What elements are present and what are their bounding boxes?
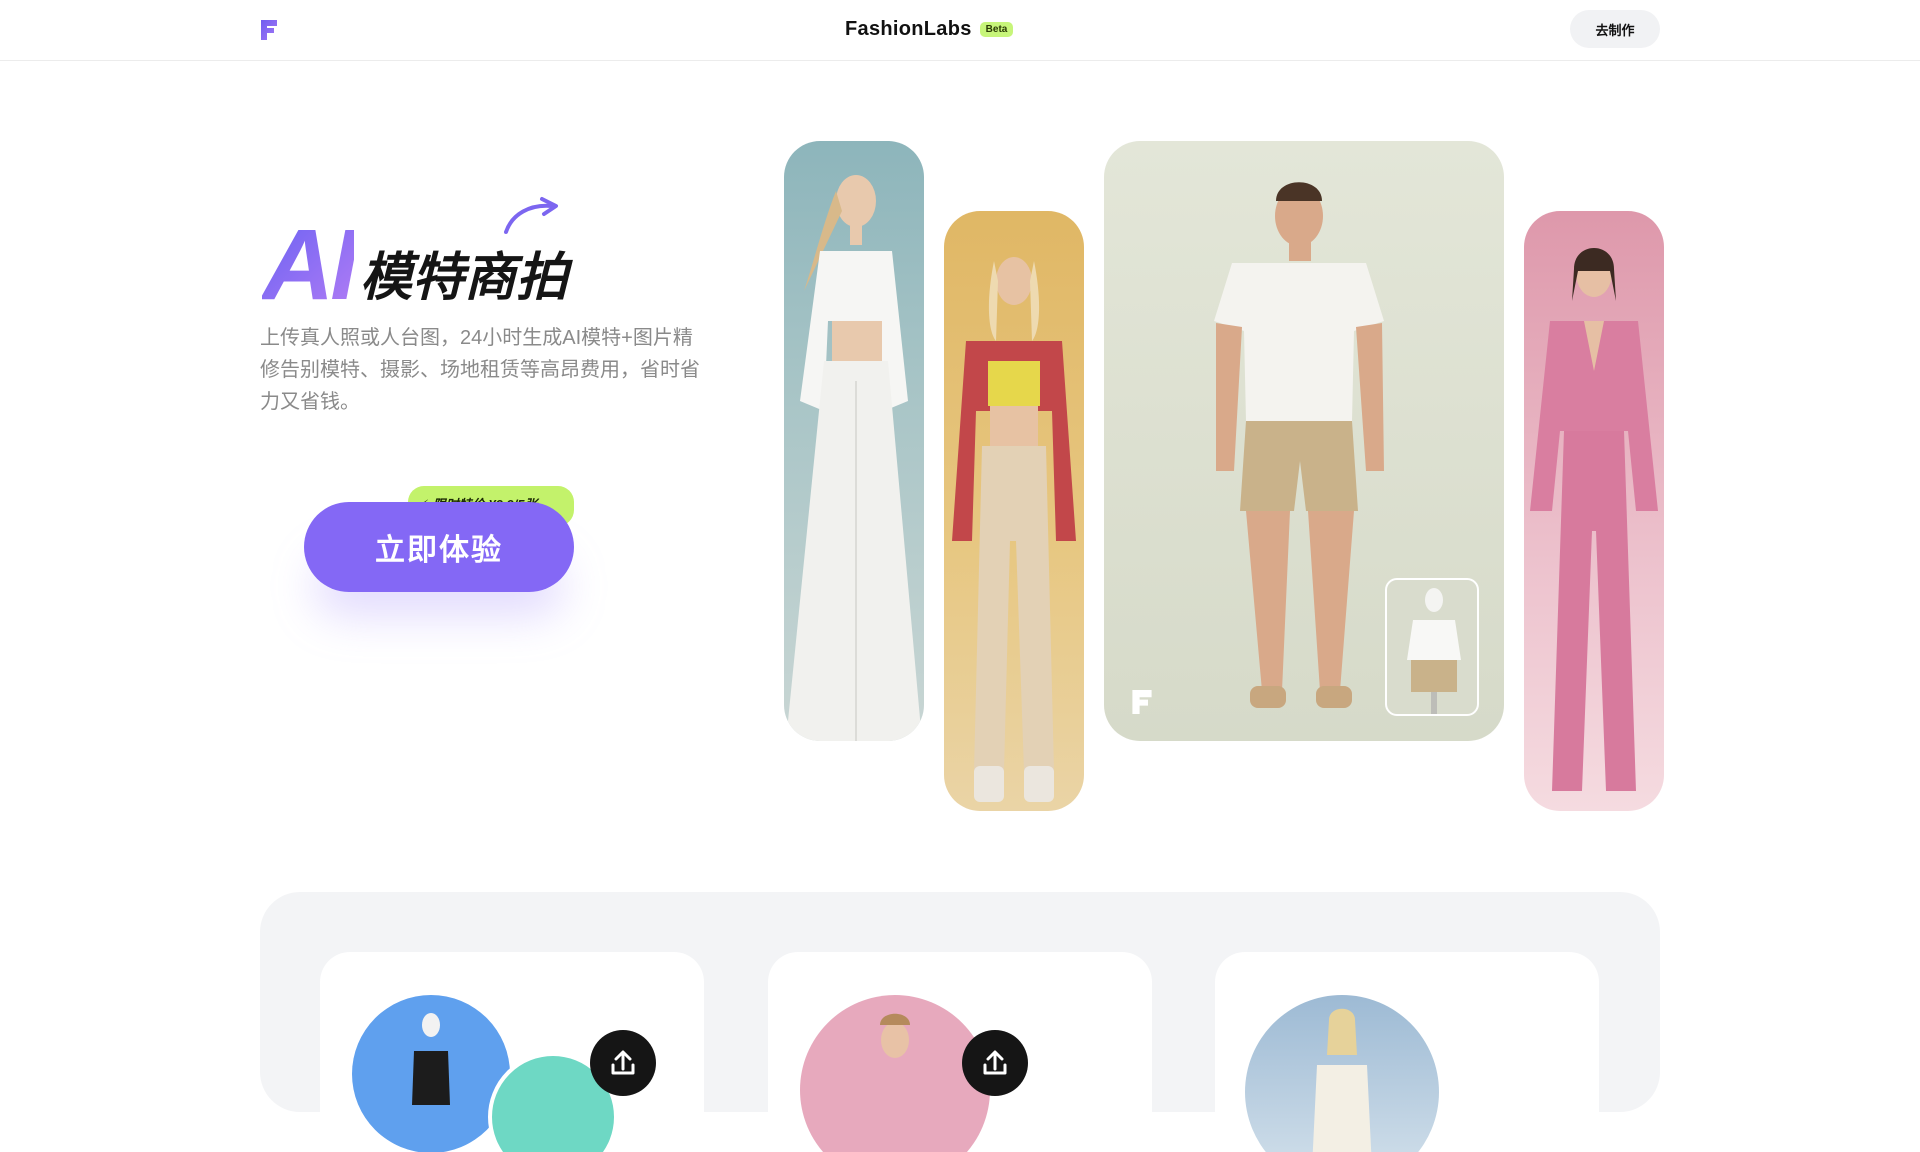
mannequin-inset-image — [1385, 578, 1479, 716]
feature-card-mannequin[interactable] — [320, 952, 704, 1152]
cta-group: ⚡ 限时特价 ¥9.9/5张 立即体验 — [304, 486, 574, 616]
hero-description: 上传真人照或人台图，24小时生成AI模特+图片精修告别模特、摄影、场地租赁等高昂… — [260, 327, 700, 413]
model-white-outfit-image — [784, 141, 924, 741]
upload-icon — [983, 1050, 1007, 1075]
model-pink-suit-image — [1524, 211, 1664, 811]
upload-icon — [611, 1050, 635, 1075]
model-white-tee-shorts-image — [1104, 141, 1504, 741]
upload-button[interactable] — [590, 1030, 656, 1096]
upload-button[interactable] — [962, 1030, 1028, 1096]
title-model-shoot: 模特商拍 — [360, 249, 569, 307]
model-scene-photo — [1245, 995, 1439, 1152]
fashionlabs-watermark-icon — [1132, 690, 1152, 714]
brand: FashionLabs Beta — [845, 16, 1014, 42]
feature-card-scene[interactable] — [1215, 952, 1599, 1152]
feature-card-model[interactable] — [768, 952, 1152, 1152]
try-now-button[interactable]: 立即体验 — [304, 502, 574, 592]
mannequin-photo — [352, 995, 510, 1152]
hero-title: AI 模特商拍 — [262, 209, 569, 321]
features-section — [260, 892, 1660, 1152]
title-ai: AI — [262, 209, 358, 321]
go-make-button[interactable]: 去制作 — [1570, 10, 1660, 48]
model-plaid-shirt-image — [944, 211, 1084, 811]
model-pose-photo — [800, 995, 990, 1152]
top-nav: FashionLabs Beta 去制作 — [0, 0, 1920, 61]
beta-badge: Beta — [979, 21, 1014, 37]
brand-name: FashionLabs — [845, 17, 972, 40]
fashionlabs-logo-icon[interactable] — [259, 18, 279, 42]
